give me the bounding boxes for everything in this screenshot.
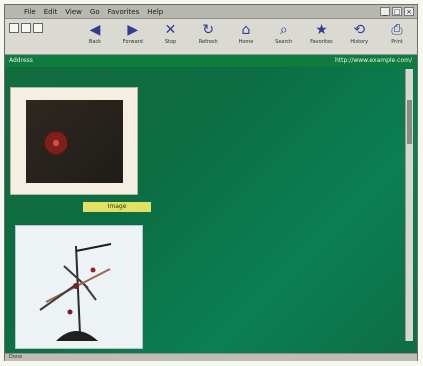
stop-button[interactable]: ✕ Stop [157,23,185,51]
search-icon: ⌕ [279,22,288,38]
address-label: Address [9,57,33,64]
menu-edit[interactable]: Edit [43,6,59,19]
home-button[interactable]: ⌂ Home [232,23,260,51]
print-button[interactable]: ⎙ Print [383,23,411,51]
search-label: Search [275,39,293,45]
menu-help[interactable]: Help [146,6,164,19]
toolbar-left-icons [9,23,43,33]
menu-file[interactable]: File [23,6,37,19]
refresh-label: Refresh [198,39,218,45]
left-panel: Image [5,67,165,353]
address-value[interactable]: http://www.example.com/ [335,55,412,67]
refresh-button[interactable]: ↻ Refresh [194,23,222,51]
back-button[interactable]: ◀ Back [81,23,109,51]
window-controls: _ □ × [380,7,414,16]
toolbar: ◀ Back ▶ Forward ✕ Stop ↻ Refresh ⌂ Home… [5,19,417,55]
home-icon: ⌂ [241,22,251,38]
page-icon [33,23,43,33]
minimize-button[interactable]: _ [380,7,390,16]
vertical-scrollbar[interactable] [405,69,413,341]
status-text: Done [9,354,23,360]
home-label: Home [238,39,254,45]
stop-label: Stop [164,39,177,45]
menu-bar: File Edit View Go Favorites Help [23,6,164,19]
folder-icon [21,23,31,33]
abstract-figure-icon [16,226,142,348]
favorites-label: Favorites [310,39,333,45]
stop-icon: ✕ [164,22,177,38]
app-icon [9,23,19,33]
history-icon: ⟲ [353,22,366,38]
title-bar: File Edit View Go Favorites Help _ □ × [5,5,417,19]
menu-view[interactable]: View [64,6,83,19]
image-frame [26,100,123,183]
forward-button[interactable]: ▶ Forward [119,23,147,51]
history-label: History [350,39,369,45]
menu-favorites[interactable]: Favorites [107,6,141,19]
forward-icon: ▶ [127,22,139,38]
article-area [155,83,405,345]
address-bar: Address http://www.example.com/ [5,55,417,67]
forward-label: Forward [122,39,143,45]
menu-go[interactable]: Go [89,6,101,19]
favorites-button[interactable]: ★ Favorites [308,23,336,51]
history-button[interactable]: ⟲ History [345,23,373,51]
search-button[interactable]: ⌕ Search [270,23,298,51]
scroll-thumb[interactable] [407,100,412,144]
status-bar: Done [5,353,417,361]
diagram-image [15,225,143,349]
image-tag[interactable]: Image [83,202,151,212]
maximize-button[interactable]: □ [392,7,402,16]
back-label: Back [88,39,102,45]
refresh-icon: ↻ [202,22,215,38]
favorites-icon: ★ [315,22,328,38]
page-content: Image [5,67,417,353]
toolbar-buttons: ◀ Back ▶ Forward ✕ Stop ↻ Refresh ⌂ Home… [81,23,411,51]
print-label: Print [391,39,403,45]
product-image [10,87,138,195]
disc-icon [44,131,68,155]
browser-window: File Edit View Go Favorites Help _ □ × ◀… [4,4,418,361]
back-icon: ◀ [89,22,101,38]
print-icon: ⎙ [391,22,403,38]
close-button[interactable]: × [404,7,414,16]
